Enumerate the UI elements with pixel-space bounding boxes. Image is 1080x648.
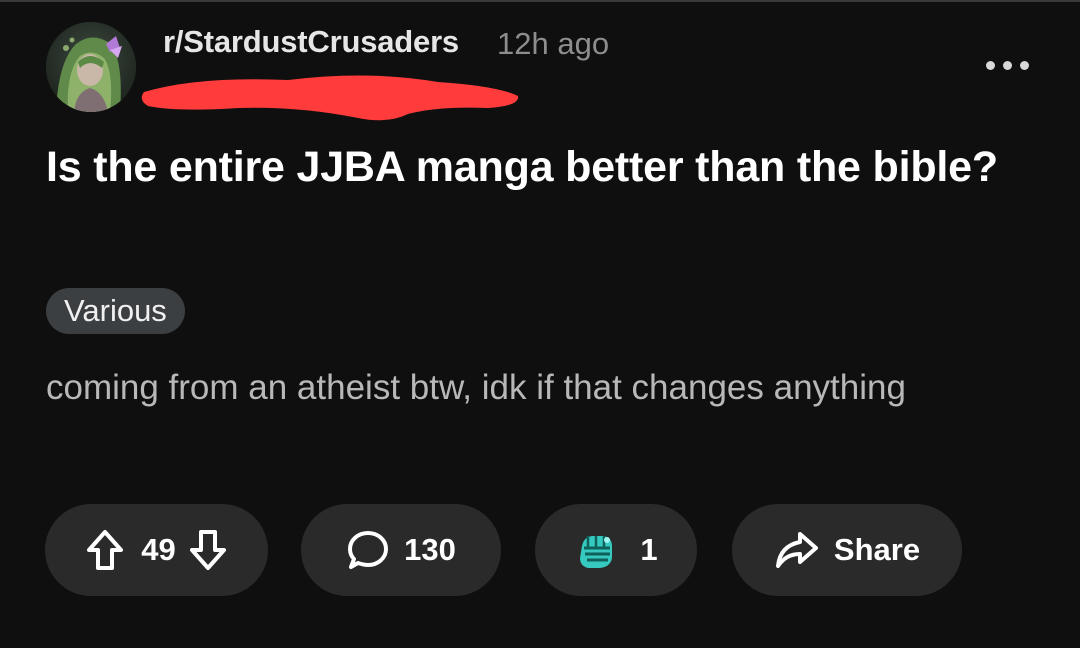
arrow-down-icon[interactable]	[188, 528, 228, 572]
award-button[interactable]: 1	[535, 504, 697, 596]
avatar-image	[46, 22, 136, 112]
comments-button[interactable]: 130	[301, 504, 501, 596]
comment-bubble-icon	[346, 528, 390, 572]
share-button[interactable]: Share	[732, 504, 962, 596]
arrow-up-icon[interactable]	[85, 528, 125, 572]
more-horizontal-icon[interactable]	[986, 58, 1030, 74]
award-count: 1	[640, 532, 658, 567]
share-arrow-icon	[774, 528, 820, 572]
vote-pill: 49	[45, 504, 268, 596]
comment-count: 130	[404, 532, 456, 567]
subreddit-avatar[interactable]	[46, 22, 136, 112]
share-label: Share	[833, 532, 921, 567]
post-timestamp: 12h ago	[497, 26, 610, 61]
award-fist-icon	[574, 528, 618, 572]
top-divider	[0, 0, 1080, 2]
subreddit-name[interactable]: r/StardustCrusaders	[163, 24, 459, 60]
post-flair[interactable]: Various	[46, 288, 185, 334]
vote-count: 49	[141, 532, 176, 567]
redaction-scribble	[141, 75, 519, 121]
post-card: r/StardustCrusaders 12h ago Is the entir…	[0, 0, 1080, 648]
post-body: coming from an atheist btw, idk if that …	[46, 368, 906, 407]
post-title[interactable]: Is the entire JJBA manga better than the…	[46, 134, 1036, 200]
